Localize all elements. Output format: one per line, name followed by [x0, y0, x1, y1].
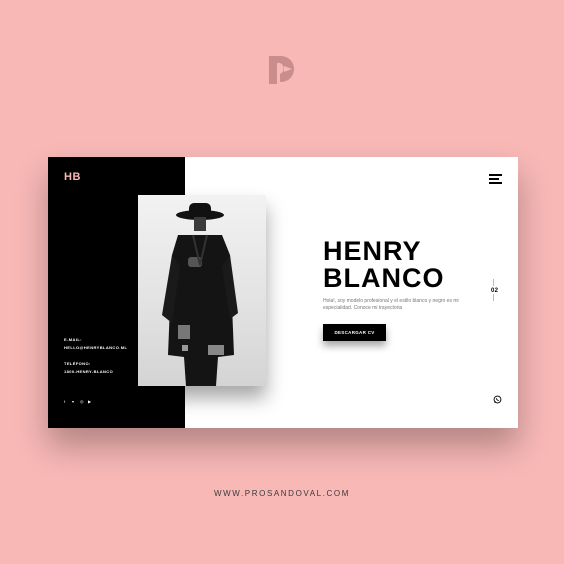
whatsapp-icon[interactable] — [493, 395, 502, 404]
hero-first-name: HENRY — [323, 236, 422, 266]
email-value[interactable]: HELLO@HENRYBLANCO.ML — [64, 345, 127, 350]
brand-logo-icon — [269, 56, 294, 84]
phone-value[interactable]: 1800-HENRY-BLANCO — [64, 369, 113, 374]
email-label: E-MAIL: — [64, 337, 82, 342]
youtube-icon[interactable]: ▶ — [88, 400, 92, 404]
instagram-icon[interactable]: ◎ — [80, 400, 84, 404]
portrait-photo — [138, 195, 266, 386]
slide-number[interactable]: 02 — [491, 288, 498, 294]
facebook-icon[interactable]: f — [64, 400, 68, 404]
hamburger-menu-icon[interactable] — [489, 174, 503, 184]
twitter-icon[interactable]: ▾ — [72, 400, 76, 404]
website-url[interactable]: WWW.PROSANDOVAL.COM — [0, 489, 564, 498]
hero-last-name: BLANCO — [323, 263, 445, 293]
download-cv-button[interactable]: DESCARGAR CV — [323, 324, 386, 341]
phone-label: TELÉFONO: — [64, 361, 91, 366]
hero-bio: Hola!, soy modelo profesional y el estil… — [323, 298, 459, 311]
portfolio-card: HB E-MAIL: HELLO@HENRYBLANCO.ML TELÉFONO… — [48, 157, 518, 428]
brand-initials[interactable]: HB — [64, 171, 81, 183]
social-links: f ▾ ◎ ▶ — [64, 400, 92, 404]
